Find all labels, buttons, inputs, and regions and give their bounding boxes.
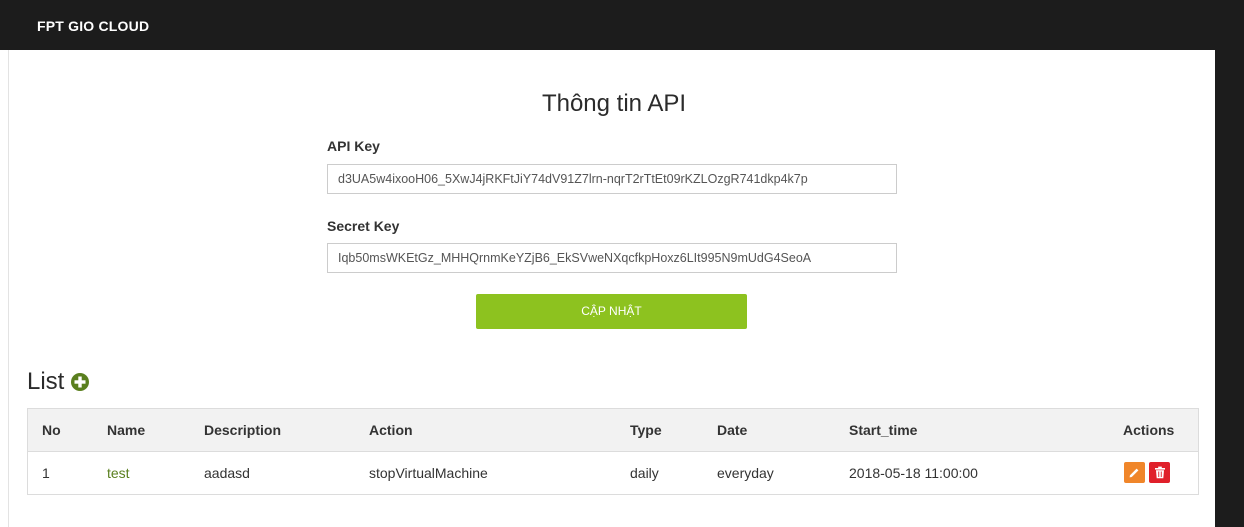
edit-button[interactable]	[1124, 462, 1145, 483]
row-name-link[interactable]: test	[107, 452, 130, 494]
trash-icon	[1154, 466, 1165, 479]
col-type: Type	[630, 422, 662, 438]
schedule-table: No Name Description Action Type Date Sta…	[27, 408, 1199, 495]
api-key-input[interactable]: d3UA5w4ixooH06_5XwJ4jRKFtJiY74dV91Z7lrn-…	[327, 164, 897, 194]
row-action: stopVirtualMachine	[369, 465, 488, 481]
row-date: everyday	[717, 465, 774, 481]
list-heading: List	[27, 368, 90, 396]
left-border	[8, 50, 9, 527]
update-button[interactable]: CẬP NHẬT	[476, 294, 747, 329]
row-type: daily	[630, 465, 659, 481]
row-description: aadasd	[204, 465, 250, 481]
col-date: Date	[717, 422, 748, 438]
brand-title: FPT GIO CLOUD	[37, 18, 150, 34]
list-title: List	[27, 368, 65, 395]
row-start-time: 2018-05-18 11:00:00	[849, 465, 978, 481]
secret-key-label: Secret Key	[327, 218, 400, 234]
col-name: Name	[107, 422, 146, 438]
col-actions: Actions	[1123, 422, 1175, 438]
table-row: 1 test aadasd stopVirtualMachine daily e…	[28, 452, 1198, 494]
pencil-icon	[1129, 468, 1139, 478]
api-info-title: Thông tin API	[541, 90, 687, 117]
right-dark-panel	[1215, 50, 1244, 527]
col-description: Description	[204, 422, 282, 438]
secret-key-input[interactable]: Iqb50msWKEtGz_MHHQrnmKeYZjB6_EkSVweNXqcf…	[327, 243, 897, 273]
delete-button[interactable]	[1149, 462, 1170, 483]
api-key-label: API Key	[327, 138, 380, 154]
table-header: No Name Description Action Type Date Sta…	[28, 409, 1198, 452]
plus-circle-icon[interactable]	[70, 372, 90, 392]
col-start-time: Start_time	[849, 422, 918, 438]
col-no: No	[42, 422, 61, 438]
col-action: Action	[369, 422, 413, 438]
row-no: 1	[42, 465, 50, 481]
top-bar: FPT GIO CLOUD	[0, 0, 1244, 50]
